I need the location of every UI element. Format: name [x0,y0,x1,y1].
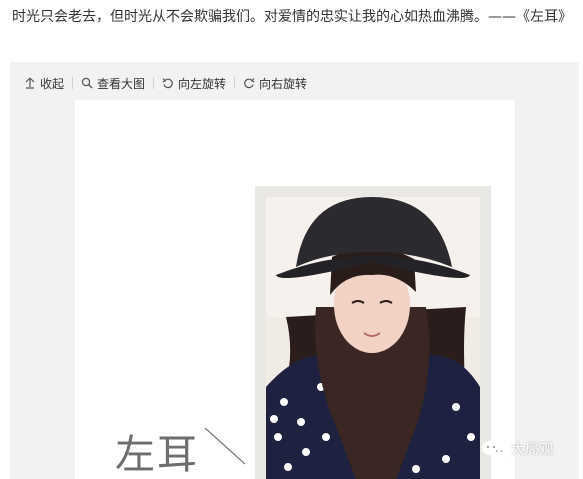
collapse-label: 收起 [40,76,65,91]
rotate-right-label: 向右旋转 [259,76,308,91]
decorative-slash-line [204,427,246,465]
image-toolbar: 收起 查看大图 向左旋转 向右旋转 [24,74,307,92]
toolbar-divider [72,77,74,89]
toolbar-divider [153,77,155,89]
collapse-button[interactable]: 收起 [24,75,64,92]
view-large-button[interactable]: 查看大图 [81,75,145,92]
toolbar-divider [234,77,236,89]
post-text: 时光只会老去，但时光从不会欺骗我们。对爱情的忠实让我的心如热血沸腾。——《左耳》 [12,9,572,25]
collapse-arrow-icon [24,77,36,89]
wechat-icon [482,440,506,457]
watermark-label: 大局观 [511,442,553,458]
image-title-text: 左耳 [115,432,199,478]
post-image[interactable]: 左耳 [75,100,515,479]
image-watermark: 大局观 [481,439,553,459]
portrait-photo [266,197,480,479]
rotate-left-label: 向左旋转 [178,76,227,91]
photo-frame [255,186,491,479]
rotate-left-icon [162,77,174,89]
magnifier-icon [81,77,93,89]
image-title-art: 左耳 [115,426,246,479]
view-large-label: 查看大图 [97,76,146,91]
rotate-right-icon [243,77,255,89]
rotate-left-button[interactable]: 向左旋转 [162,75,226,92]
image-viewer: 收起 查看大图 向左旋转 向右旋转 左耳 大局观 [10,62,579,479]
rotate-right-button[interactable]: 向右旋转 [243,75,307,92]
